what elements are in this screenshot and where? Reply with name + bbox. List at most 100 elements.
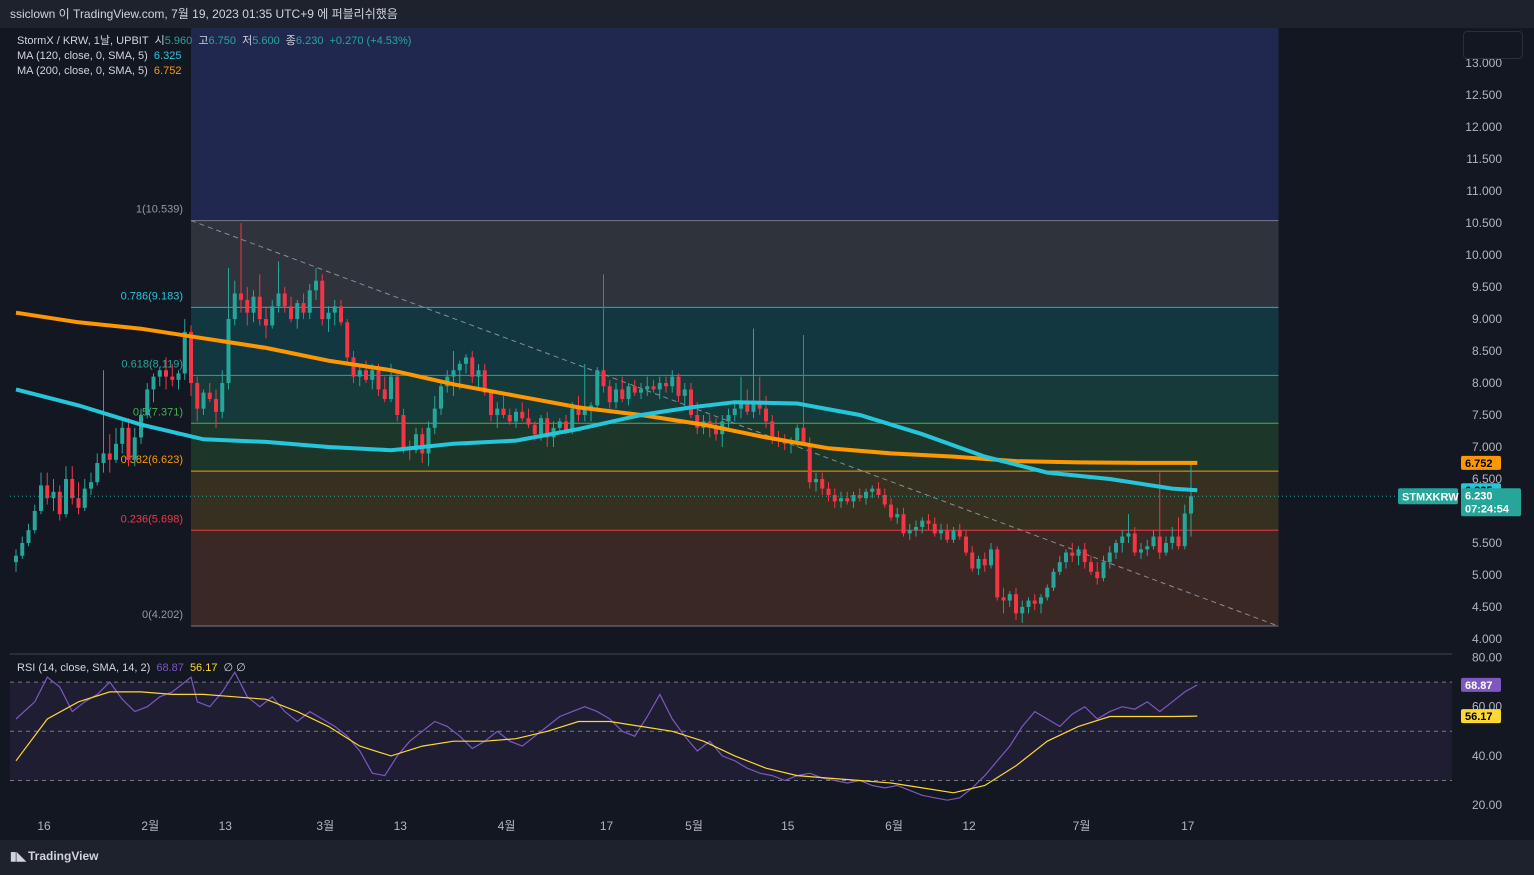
rsi-legend[interactable]: RSI (14, close, SMA, 14, 2) 68.87 56.17 … bbox=[17, 661, 249, 676]
fib-zone bbox=[191, 220, 1279, 308]
candle-body bbox=[457, 363, 462, 371]
close-value: 6.230 bbox=[295, 35, 324, 47]
price-legend: StormX / KRW, 1날, UPBIT 시5.960 고6.750 저5… bbox=[17, 34, 414, 79]
symbol-label[interactable]: StormX / KRW, 1날, UPBIT bbox=[17, 35, 149, 47]
candle-body bbox=[1095, 571, 1100, 579]
price-tick-label: 9.000 bbox=[1472, 312, 1502, 326]
price-tick-label: 12.000 bbox=[1465, 120, 1502, 134]
candle-body bbox=[164, 370, 168, 377]
candle-body bbox=[157, 370, 162, 377]
last-price-badge[interactable]: 6.23007:24:54 bbox=[1461, 488, 1521, 517]
candle-body bbox=[726, 415, 731, 422]
price-tick-label: 10.500 bbox=[1465, 216, 1502, 230]
candle-body bbox=[1139, 549, 1143, 553]
candle-body bbox=[839, 498, 843, 502]
candle-body bbox=[1070, 552, 1075, 556]
candle-body bbox=[264, 319, 268, 326]
candle-body bbox=[320, 280, 325, 320]
chart-settings-button[interactable] bbox=[1463, 31, 1523, 59]
candle-body bbox=[376, 370, 381, 390]
candle-body bbox=[957, 530, 962, 537]
candle-body bbox=[364, 370, 368, 380]
candle-body bbox=[1082, 549, 1087, 563]
candle-body bbox=[814, 478, 818, 483]
price-tick-label: 5.000 bbox=[1472, 568, 1502, 582]
candle-body bbox=[945, 530, 950, 540]
candle-body bbox=[664, 383, 668, 387]
candle-body bbox=[307, 290, 312, 313]
candle-body bbox=[1107, 552, 1112, 563]
candle-body bbox=[1157, 536, 1162, 553]
ma120-row[interactable]: MA (120, close, 0, SMA, 5) 6.325 bbox=[17, 49, 414, 64]
candle-body bbox=[1045, 587, 1050, 598]
candle-body bbox=[601, 370, 606, 387]
ticker-tag[interactable]: STMXKRW bbox=[1398, 488, 1459, 505]
candle-body bbox=[226, 319, 231, 384]
candle-body bbox=[120, 427, 125, 444]
candle-body bbox=[401, 415, 406, 448]
ma200-label: MA (200, close, 0, SMA, 5) bbox=[17, 65, 148, 77]
candle-body bbox=[595, 370, 600, 406]
candle-body bbox=[951, 530, 956, 540]
fib-level-label: 0.786(9.183) bbox=[121, 290, 183, 302]
candle-body bbox=[1151, 536, 1156, 547]
candle-body bbox=[101, 453, 106, 464]
price-tick-label: 11.000 bbox=[1466, 184, 1502, 198]
candle-body bbox=[382, 389, 387, 400]
rsi-label: RSI (14, close, SMA, 14, 2) bbox=[17, 662, 151, 674]
candle-body bbox=[389, 376, 393, 400]
candle-body bbox=[576, 408, 581, 416]
candle-body bbox=[495, 408, 500, 416]
tradingview-logo[interactable]: ▮◣ TradingView bbox=[10, 849, 98, 863]
rsi-value-badge[interactable]: 68.87 bbox=[1461, 677, 1501, 692]
candle-body bbox=[932, 523, 937, 534]
candle-body bbox=[107, 453, 112, 460]
candle-body bbox=[395, 376, 400, 416]
chart-svg[interactable]: 1(10.539)0.786(9.183)0.618(8.119)0.5(7.3… bbox=[0, 0, 1534, 875]
candle-body bbox=[45, 485, 50, 499]
candle-body bbox=[239, 293, 243, 300]
price-tick-label: 8.500 bbox=[1472, 344, 1502, 358]
ma200-row[interactable]: MA (200, close, 0, SMA, 5) 6.752 bbox=[17, 64, 414, 79]
time-tick-label: 7월 bbox=[1073, 819, 1091, 833]
candle-body bbox=[570, 408, 575, 432]
candle-body bbox=[801, 427, 806, 444]
ma200-value: 6.752 bbox=[153, 65, 182, 77]
open-value: 5.960 bbox=[164, 35, 193, 47]
price-tick-label: 7.500 bbox=[1472, 408, 1502, 422]
candle-body bbox=[351, 357, 356, 377]
candle-body bbox=[201, 392, 206, 409]
ma200-price-badge[interactable]: 6.752 bbox=[1461, 455, 1501, 470]
candle-body bbox=[1189, 496, 1193, 514]
ma120-value: 6.325 bbox=[153, 50, 182, 62]
candle-body bbox=[989, 549, 993, 566]
candle-body bbox=[820, 478, 825, 489]
tradingview-logo-icon: ▮◣ bbox=[10, 849, 26, 863]
rsi-pane bbox=[10, 670, 1452, 801]
last-price-badge-text: 6.230 bbox=[1465, 490, 1493, 502]
candle-body bbox=[470, 357, 475, 377]
candle-body bbox=[1064, 552, 1068, 563]
candle-body bbox=[114, 443, 118, 460]
candle-body bbox=[76, 498, 81, 508]
high-value: 6.750 bbox=[208, 35, 236, 47]
candle-body bbox=[432, 408, 437, 428]
candle-body bbox=[651, 386, 656, 390]
candle-body bbox=[195, 383, 200, 409]
fib-level-label: 1(10.539) bbox=[136, 204, 183, 216]
candle-body bbox=[1007, 594, 1012, 601]
candle-body bbox=[514, 411, 518, 422]
time-tick-label: 6월 bbox=[885, 819, 903, 833]
time-tick-label: 13 bbox=[219, 819, 233, 833]
time-tick-label: 4월 bbox=[498, 819, 516, 833]
candle-body bbox=[889, 504, 893, 518]
price-tick-label: 7.000 bbox=[1472, 440, 1502, 454]
candle-body bbox=[82, 488, 87, 508]
candle-body bbox=[95, 463, 100, 483]
close-label: 종 bbox=[285, 35, 296, 47]
candle-body bbox=[632, 386, 637, 393]
candle-body bbox=[1001, 597, 1006, 601]
candle-body bbox=[301, 303, 306, 313]
candle-body bbox=[920, 520, 925, 527]
rsi-ma-value-badge[interactable]: 56.17 bbox=[1461, 709, 1501, 724]
